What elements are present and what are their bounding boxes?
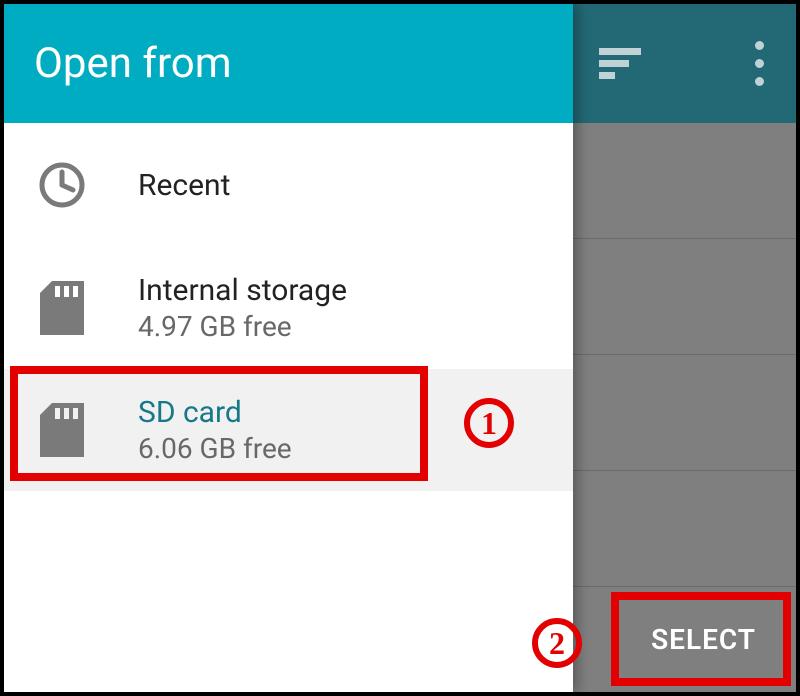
- drawer-item-recent[interactable]: Recent: [4, 123, 573, 247]
- sd-card-icon: [34, 280, 90, 336]
- underlying-row[interactable]: [573, 471, 796, 587]
- drawer-item-label: Recent: [138, 168, 230, 203]
- more-button[interactable]: [736, 41, 782, 87]
- sort-button[interactable]: [597, 41, 643, 87]
- drawer-item-sd-card[interactable]: SD card 6.06 GB free: [4, 369, 573, 491]
- underlying-list: [573, 123, 796, 586]
- underlying-row[interactable]: [573, 123, 796, 239]
- drawer-title: Open from: [34, 39, 232, 88]
- drawer-item-sub: 4.97 GB free: [138, 310, 347, 343]
- drawer-list: Recent Internal storage 4.97 GB free: [4, 123, 573, 491]
- sd-card-icon: [34, 402, 90, 458]
- underlying-footer: SELECT: [573, 586, 796, 692]
- more-icon: [755, 41, 764, 86]
- screen-frame: SELECT Open from Recent: [0, 0, 800, 696]
- drawer-item-label: Internal storage: [138, 273, 347, 308]
- underlying-toolbar: [573, 4, 796, 123]
- sort-icon: [599, 48, 641, 80]
- drawer-header: Open from: [4, 4, 573, 123]
- drawer-item-label: SD card: [138, 395, 292, 430]
- drawer-item-sub: 6.06 GB free: [138, 432, 292, 465]
- open-from-drawer: Open from Recent: [4, 4, 573, 692]
- underlying-row[interactable]: [573, 239, 796, 355]
- underlying-app-scrim: SELECT: [573, 4, 796, 692]
- select-button[interactable]: SELECT: [651, 623, 756, 656]
- underlying-row[interactable]: [573, 355, 796, 471]
- clock-icon: [34, 157, 90, 213]
- drawer-item-internal-storage[interactable]: Internal storage 4.97 GB free: [4, 247, 573, 369]
